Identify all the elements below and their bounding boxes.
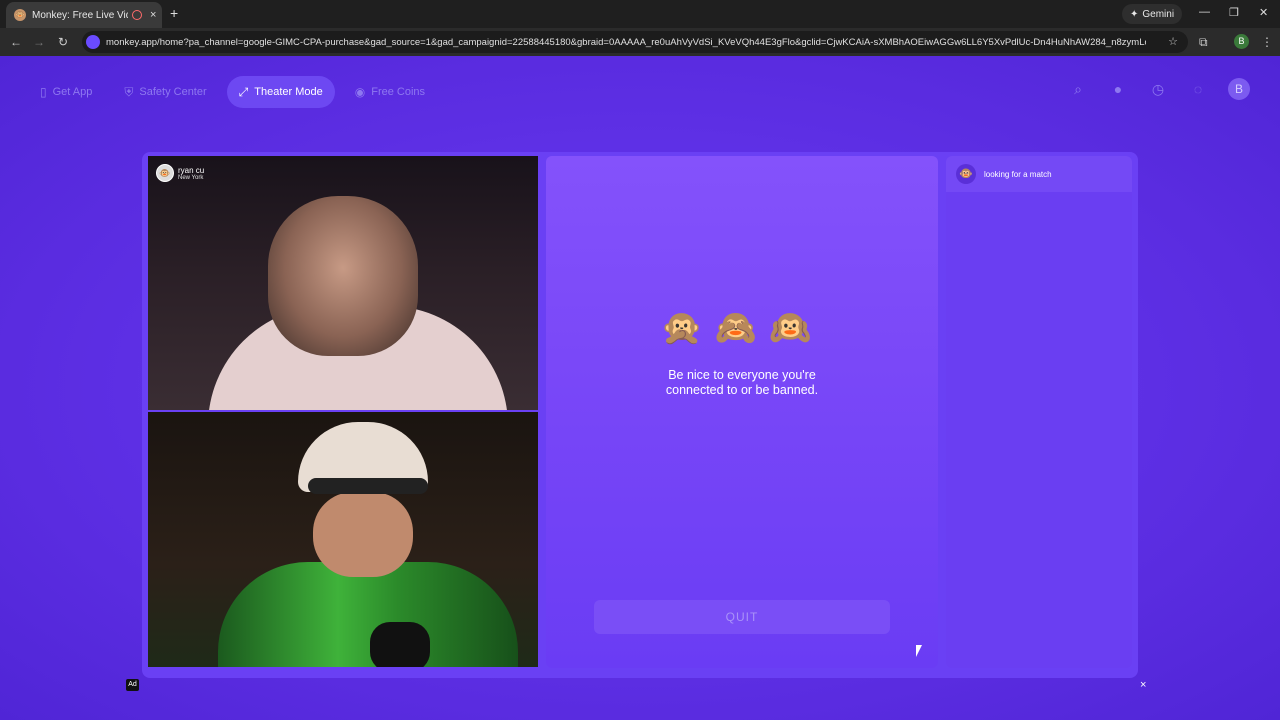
site-info-icon[interactable] [86, 35, 100, 49]
gemini-label: Gemini [1142, 8, 1175, 20]
bookmark-star-icon[interactable]: ☆ [1168, 35, 1178, 48]
close-window-button[interactable]: ✕ [1259, 6, 1268, 19]
minimize-button[interactable]: — [1199, 6, 1210, 18]
user-avatar[interactable]: B [1228, 78, 1250, 100]
remote-user-name: ryan cu [178, 165, 205, 175]
nav-get-app[interactable]: ▯ Get App [28, 76, 104, 108]
remote-user-avatar: 🐵 [156, 164, 174, 182]
browser-nav-bar: ← → ↻ monkey.app/home?pa_channel=google-… [0, 28, 1280, 56]
expand-icon: ⤢ [238, 84, 249, 99]
gemini-button[interactable]: ✦ Gemini [1122, 4, 1183, 24]
nav-free-coins[interactable]: ◉ Free Coins [343, 76, 437, 108]
new-tab-button[interactable]: + [170, 5, 178, 21]
forward-icon[interactable]: → [33, 35, 45, 49]
match-status-row: 🐵 looking for a match [946, 156, 1132, 192]
recording-icon [132, 10, 142, 20]
tab-title: Monkey: Free Live Video Ch [32, 9, 128, 21]
header-actions: ⌕ ● ◷ ◌ B [1068, 78, 1250, 100]
remote-video: 🐵 ryan cu New York [148, 156, 538, 410]
profile-avatar[interactable]: B [1234, 34, 1249, 49]
local-video [148, 412, 538, 667]
shield-icon: ⛨ [124, 84, 134, 99]
ad-close-icon[interactable]: × [1140, 679, 1146, 691]
nav-safety-center-label: Safety Center [139, 86, 207, 98]
tab-search-icon[interactable]: ⧉ [1199, 35, 1208, 50]
history-icon[interactable]: ◷ [1148, 81, 1168, 98]
sparkle-icon: ✦ [1130, 8, 1139, 20]
quit-button[interactable]: QUIT [594, 600, 890, 634]
nav-theater-mode-label: Theater Mode [254, 86, 323, 98]
mouse-cursor [916, 645, 922, 657]
tab-close-icon[interactable]: × [150, 9, 156, 21]
reload-icon[interactable]: ↻ [58, 35, 68, 49]
matching-panel: 🙊🙈🙉 Be nice to everyone you're connected… [546, 156, 938, 668]
browser-tab-bar: 🐵 Monkey: Free Live Video Ch × + ✦Gemini… [0, 0, 1280, 28]
menu-kebab-icon[interactable]: ⋮ [1261, 35, 1273, 49]
rules-message: Be nice to everyone you're connected to … [665, 368, 819, 397]
remote-user-chip[interactable]: 🐵 ryan cu New York [156, 164, 204, 182]
monkey-page: ▯ Get App ⛨ Safety Center ⤢ Theater Mode ◉ F… [0, 56, 1280, 720]
phone-icon: ▯ [40, 85, 47, 99]
avatar-icon[interactable]: ● [1108, 81, 1128, 97]
chat-icon[interactable]: ◌ [1188, 81, 1208, 97]
nav-free-coins-label: Free Coins [371, 86, 426, 98]
remote-person-face [268, 196, 418, 356]
address-bar[interactable]: monkey.app/home?pa_channel=google-GIMC-C… [82, 31, 1188, 53]
remote-user-location: New York [178, 174, 204, 181]
restore-button[interactable]: ❐ [1229, 6, 1239, 19]
ad-badge: Ad [126, 679, 139, 691]
chat-stage: 🐵 ryan cu New York 🙊🙈🙉 Be nice to everyo… [142, 152, 1138, 678]
match-status-text: looking for a match [984, 169, 1052, 179]
coins-icon: ◉ [354, 85, 366, 99]
nav-get-app-label: Get App [52, 86, 93, 98]
monkey-avatar-icon: 🐵 [956, 164, 976, 184]
local-person-face [313, 492, 413, 577]
monkey-emojis: 🙊🙈🙉 [660, 309, 824, 347]
local-person-cap-brim [308, 478, 428, 494]
nav-safety-center[interactable]: ⛨ Safety Center [112, 76, 218, 108]
back-icon[interactable]: ← [10, 35, 22, 49]
url-text: monkey.app/home?pa_channel=google-GIMC-C… [106, 36, 1146, 48]
microphone [370, 622, 430, 667]
browser-tab[interactable]: 🐵 Monkey: Free Live Video Ch × [6, 2, 162, 28]
nav-theater-mode[interactable]: ⤢ Theater Mode [226, 76, 335, 108]
top-navigation: ▯ Get App ⛨ Safety Center ⤢ Theater Mode ◉ F… [28, 76, 437, 108]
search-icon[interactable]: ⌕ [1068, 81, 1088, 98]
monkey-favicon-icon: 🐵 [14, 9, 26, 21]
local-person-jacket [218, 562, 518, 667]
chat-sidebar: 🐵 looking for a match [946, 156, 1132, 668]
